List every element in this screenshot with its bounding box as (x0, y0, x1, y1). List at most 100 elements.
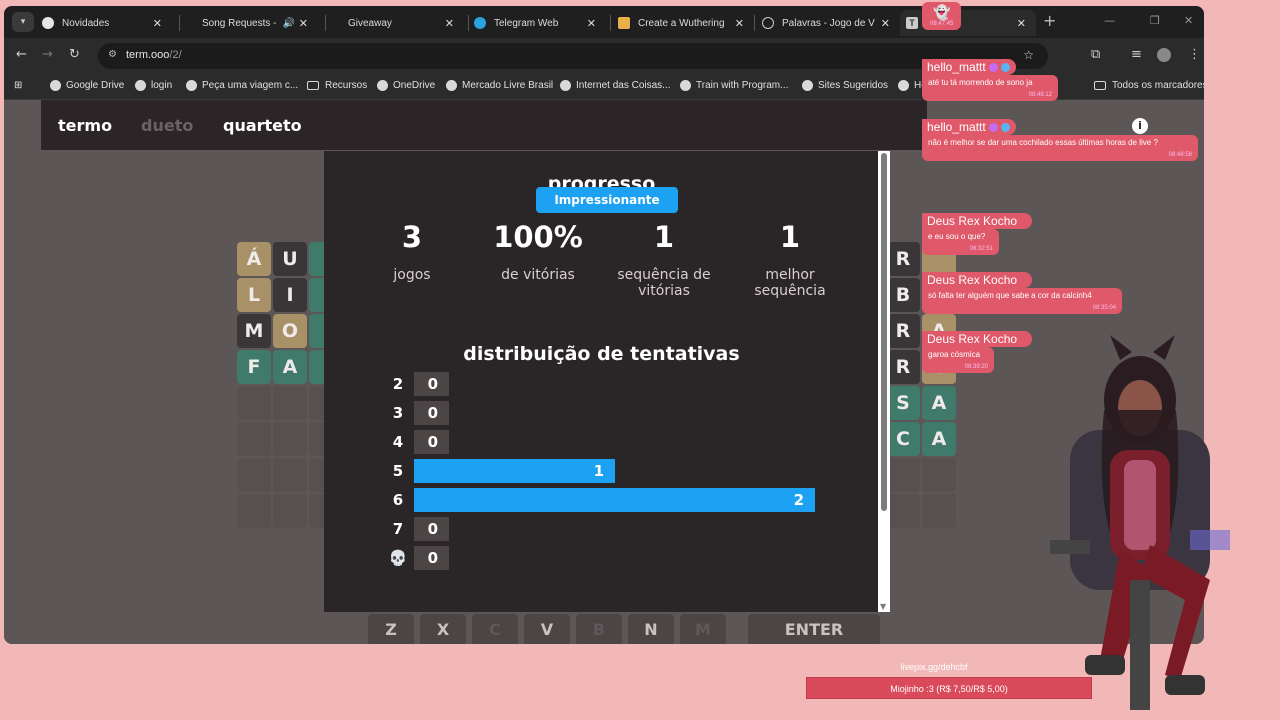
tab-search-button[interactable]: ▾ (12, 12, 34, 32)
back-icon[interactable]: ← (16, 48, 27, 62)
new-tab-button[interactable]: + (1043, 12, 1056, 30)
bookmark-login[interactable]: login (135, 80, 172, 91)
key-c[interactable]: C (472, 614, 518, 644)
tab-wuthering[interactable]: Create a Wuthering ✕ (618, 10, 754, 36)
bookmark-label: Internet das Coisas... (576, 80, 671, 91)
bookmark-mercado-livre[interactable]: Mercado Livre Brasil (446, 80, 553, 91)
close-icon[interactable]: ✕ (881, 17, 890, 30)
extensions-icon[interactable]: ⧉ (1091, 48, 1100, 62)
key-b[interactable]: B (576, 614, 622, 644)
chat-message: hello_mattt até tu tá morrendo de sono j… (922, 56, 1058, 101)
reload-icon[interactable]: ↻ (69, 48, 80, 62)
chat-time: 08:47:45 (930, 21, 954, 27)
board-cell (273, 386, 307, 420)
key-n[interactable]: N (628, 614, 674, 644)
board-cell: F (237, 350, 271, 384)
tab-title: Song Requests - (202, 17, 277, 29)
chat-time: 08:48:12 (1028, 92, 1052, 98)
profile-avatar[interactable] (1157, 48, 1171, 62)
stat-label: sequência de vitórias (617, 267, 711, 299)
close-icon[interactable]: ✕ (587, 17, 596, 30)
close-icon[interactable]: ✕ (445, 17, 454, 30)
close-icon[interactable]: ✕ (1017, 17, 1026, 30)
media-icon[interactable]: ≡ (1131, 48, 1142, 62)
speaker-icon[interactable]: 🔊 (283, 18, 295, 29)
chat-message: 👻 08:47:45 (922, 2, 962, 30)
tab-song-requests[interactable]: Song Requests - 🔊 ✕ (188, 10, 318, 36)
distribution-bar: 0 (414, 401, 449, 425)
attempt-label: 4 (392, 433, 404, 451)
board-cell (237, 386, 271, 420)
key-x[interactable]: X (420, 614, 466, 644)
chat-username: hello_mattt (922, 119, 1016, 135)
globe-icon (762, 17, 774, 29)
stat-value: 1 (779, 220, 801, 254)
distribution-bar: 1 (414, 459, 615, 483)
close-icon[interactable]: ✕ (735, 17, 744, 30)
doc-icon (618, 17, 630, 29)
bookmark-onedrive[interactable]: OneDrive (377, 80, 435, 91)
chat-message: Deus Rex Kocho e eu sou o que? 08:32:51 (922, 210, 1032, 255)
tab-palavras[interactable]: Palavras - Jogo de V ✕ (762, 10, 900, 36)
board-cell (273, 422, 307, 456)
chat-text: garoa cósmica (928, 350, 981, 359)
maximize-icon[interactable]: ❐ (1150, 14, 1160, 27)
key-v[interactable]: V (524, 614, 570, 644)
mode-quarteto[interactable]: quarteto (223, 116, 302, 135)
site-info-icon[interactable]: ⚙ (108, 49, 117, 60)
donation-goal-bar: Miojinho :3 (R$ 7,50/R$ 5,00) (806, 677, 1092, 699)
attempt-label: 5 (392, 462, 404, 480)
bookmark-google-drive[interactable]: Google Drive (50, 80, 124, 91)
bookmark-all[interactable]: Todos os marcadores (1094, 80, 1204, 91)
key-enter[interactable]: ENTER (748, 614, 880, 644)
distribution-bar: 0 (414, 517, 449, 541)
distribution-bar: 0 (414, 546, 449, 570)
tab-telegram[interactable]: Telegram Web ✕ (474, 10, 606, 36)
board-cell: R (886, 350, 920, 384)
url-text[interactable]: term.ooo/2/ (126, 49, 182, 61)
chat-bubble: até tu tá morrendo de sono ja 08:48:12 (922, 75, 1058, 101)
chat-username: Deus Rex Kocho (922, 272, 1032, 288)
chat-text: só falta ter alguém que sabe a cor da ca… (928, 291, 1092, 300)
board-cell: U (273, 242, 307, 276)
chrome-icon (42, 17, 54, 29)
board-cell (273, 494, 307, 528)
url-bar[interactable]: ⚙ term.ooo/2/ ☆ (98, 43, 1048, 69)
stat-win-rate: 100% de vitórias (473, 219, 603, 283)
distribution-title: distribuição de tentativas (463, 343, 740, 365)
scroll-thumb[interactable] (881, 153, 887, 511)
tab-termo-active[interactable]: T ✕ (900, 10, 1036, 36)
board-cell: I (273, 278, 307, 312)
key-z[interactable]: Z (368, 614, 414, 644)
menu-icon[interactable]: ⋮ (1188, 48, 1201, 62)
close-icon[interactable]: ✕ (153, 17, 162, 30)
board-cell: A (922, 422, 956, 456)
tab-title: Telegram Web (494, 17, 559, 29)
globe-icon (560, 80, 571, 91)
mode-dueto[interactable]: dueto (141, 116, 193, 135)
bookmark-train[interactable]: Train with Program... (680, 80, 788, 91)
stats-modal: progresso Impressionante 3 jogos 100% de… (324, 151, 879, 612)
bookmark-recursos[interactable]: Recursos (307, 80, 367, 91)
board-cell (273, 458, 307, 492)
ghost-icon: 👻 (932, 4, 951, 20)
attempt-label: 3 (392, 404, 404, 422)
tab-novidades[interactable]: Novidades ✕ (42, 10, 172, 36)
chat-message: Deus Rex Kocho só falta ter alguém que s… (922, 269, 1122, 314)
forward-icon[interactable]: → (42, 48, 53, 62)
url-path: /2/ (169, 49, 182, 61)
apps-icon[interactable]: ⊞ (14, 80, 22, 91)
close-icon[interactable]: ✕ (299, 17, 308, 30)
board-cell: M (237, 314, 271, 348)
key-m[interactable]: M (680, 614, 726, 644)
mode-termo[interactable]: termo (58, 116, 112, 135)
modal-scrollbar[interactable]: ▼ (878, 151, 890, 612)
scroll-down-arrow-icon[interactable]: ▼ (880, 602, 886, 611)
tab-giveaway[interactable]: Giveaway ✕ (334, 10, 464, 36)
bookmark-iot[interactable]: Internet das Coisas... (560, 80, 671, 91)
minimize-icon[interactable]: — (1104, 14, 1115, 27)
bookmark-sites-sugeridos[interactable]: Sites Sugeridos (802, 80, 888, 91)
window-close-icon[interactable]: ✕ (1184, 14, 1193, 27)
board-cell (237, 458, 271, 492)
bookmark-viagem[interactable]: Peça uma viagem c... (186, 80, 298, 91)
